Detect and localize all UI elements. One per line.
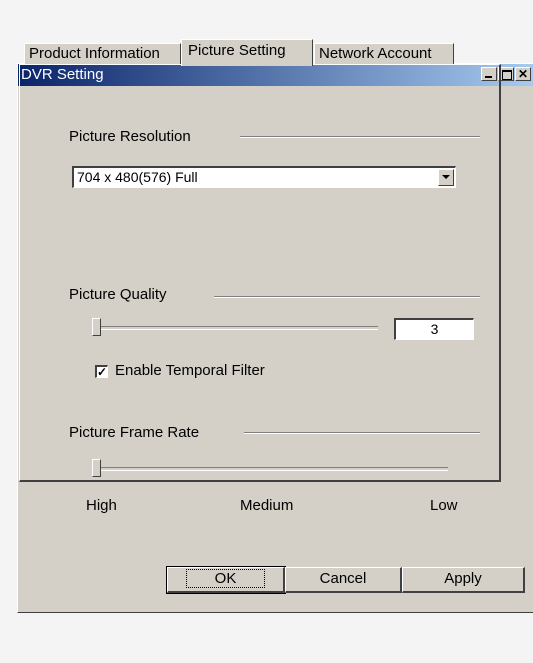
frame-rate-label-medium: Medium: [240, 497, 294, 514]
frame-rate-label-low: Low: [430, 497, 458, 514]
ok-button[interactable]: OK: [166, 566, 286, 594]
tab-panel-picture-setting: [19, 64, 501, 482]
maximize-icon: [502, 70, 512, 80]
tab-network-account[interactable]: Network Account: [314, 43, 454, 65]
close-button[interactable]: ✕: [515, 67, 531, 81]
tab-picture-setting[interactable]: Picture Setting: [181, 39, 313, 66]
ok-button-label: OK: [185, 569, 266, 588]
frame-rate-label-high: High: [86, 497, 117, 514]
close-icon: ✕: [517, 67, 529, 81]
tab-product-information[interactable]: Product Information: [24, 43, 181, 65]
apply-button[interactable]: Apply: [402, 567, 525, 593]
cancel-button[interactable]: Cancel: [285, 567, 402, 593]
